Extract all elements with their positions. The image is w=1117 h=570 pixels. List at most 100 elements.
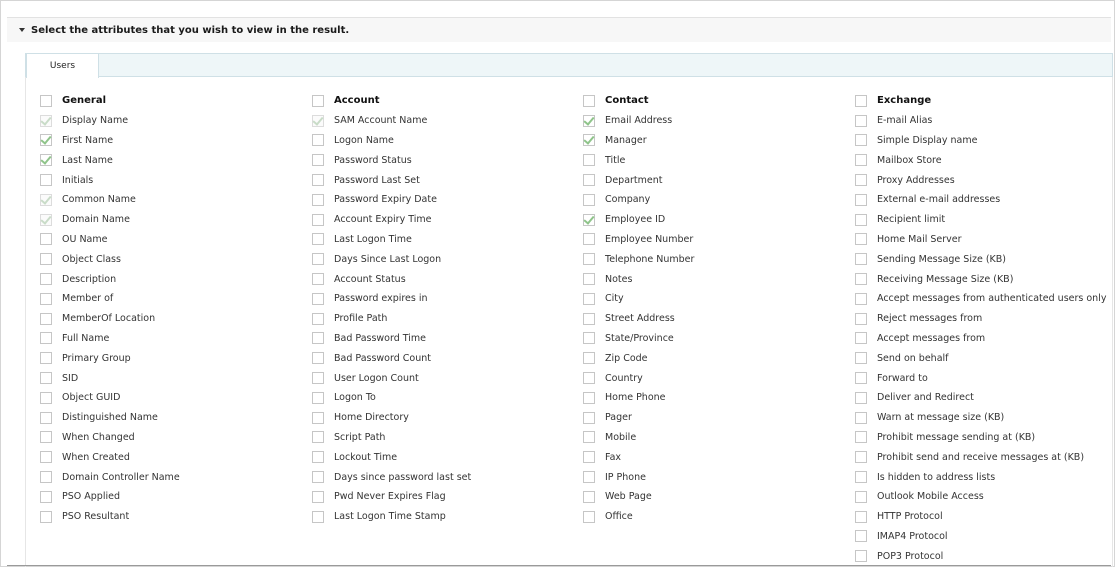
attribute-checkbox-send-on-behalf[interactable]: [855, 352, 867, 365]
attribute-option[interactable]: Manager: [583, 131, 694, 151]
attribute-option[interactable]: MemberOf Location: [40, 309, 180, 329]
attribute-option[interactable]: Web Page: [583, 487, 694, 507]
attribute-checkbox-outlook-mobile-access[interactable]: [855, 490, 867, 503]
attribute-option[interactable]: Primary Group: [40, 348, 180, 368]
attribute-option[interactable]: External e-mail addresses: [855, 190, 1106, 210]
attribute-checkbox-prohibit-message-sending-at-kb[interactable]: [855, 431, 867, 444]
attribute-checkbox-password-last-set[interactable]: [312, 174, 324, 187]
attribute-option[interactable]: Script Path: [312, 428, 471, 448]
attribute-option[interactable]: When Changed: [40, 428, 180, 448]
attribute-option[interactable]: When Created: [40, 447, 180, 467]
attribute-option[interactable]: Sending Message Size (KB): [855, 249, 1106, 269]
attribute-checkbox-imap4-protocol[interactable]: [855, 530, 867, 543]
attribute-option[interactable]: Mobile: [583, 428, 694, 448]
attribute-checkbox-home-phone[interactable]: [583, 391, 595, 404]
attribute-option[interactable]: Password Expiry Date: [312, 190, 471, 210]
attribute-checkbox-company[interactable]: [583, 193, 595, 206]
attribute-option[interactable]: Last Name: [40, 150, 180, 170]
attribute-option[interactable]: Proxy Addresses: [855, 170, 1106, 190]
attribute-option[interactable]: Last Logon Time: [312, 230, 471, 250]
attribute-option[interactable]: Lockout Time: [312, 447, 471, 467]
attribute-checkbox-home-mail-server[interactable]: [855, 233, 867, 246]
select-all-contact-checkbox[interactable]: [583, 94, 595, 107]
attribute-checkbox-office[interactable]: [583, 510, 595, 523]
attribute-checkbox-user-logon-count[interactable]: [312, 372, 324, 385]
section-header-toggle[interactable]: Select the attributes that you wish to v…: [7, 17, 1111, 42]
attribute-checkbox-recipient-limit[interactable]: [855, 213, 867, 226]
attribute-checkbox-employee-id[interactable]: [583, 213, 595, 226]
attribute-option[interactable]: Reject messages from: [855, 309, 1106, 329]
attribute-checkbox-street-address[interactable]: [583, 312, 595, 325]
attribute-option[interactable]: Bad Password Count: [312, 348, 471, 368]
attribute-option[interactable]: OU Name: [40, 230, 180, 250]
attribute-option[interactable]: Account Expiry Time: [312, 210, 471, 230]
attribute-option[interactable]: Domain Controller Name: [40, 467, 180, 487]
attribute-option[interactable]: Forward to: [855, 368, 1106, 388]
attribute-option[interactable]: Outlook Mobile Access: [855, 487, 1106, 507]
attribute-option[interactable]: Display Name: [40, 111, 180, 131]
attribute-checkbox-object-guid[interactable]: [40, 391, 52, 404]
attribute-option[interactable]: Logon Name: [312, 131, 471, 151]
attribute-checkbox-forward-to[interactable]: [855, 372, 867, 385]
attribute-checkbox-when-created[interactable]: [40, 451, 52, 464]
attribute-checkbox-prohibit-send-and-receive-messages-at-kb[interactable]: [855, 451, 867, 464]
attribute-option[interactable]: Logon To: [312, 388, 471, 408]
attribute-checkbox-accept-messages-from-authenticated-users-only[interactable]: [855, 292, 867, 305]
attribute-checkbox-bad-password-time[interactable]: [312, 332, 324, 345]
attribute-checkbox-city[interactable]: [583, 292, 595, 305]
select-all-exchange-checkbox[interactable]: [855, 94, 867, 107]
attribute-option[interactable]: Last Logon Time Stamp: [312, 507, 471, 527]
attribute-option[interactable]: Zip Code: [583, 348, 694, 368]
attribute-option[interactable]: Telephone Number: [583, 249, 694, 269]
attribute-option[interactable]: Employee Number: [583, 230, 694, 250]
attribute-checkbox-last-logon-time[interactable]: [312, 233, 324, 246]
attribute-option[interactable]: HTTP Protocol: [855, 507, 1106, 527]
attribute-option[interactable]: Accept messages from authenticated users…: [855, 289, 1106, 309]
attribute-checkbox-pop3-protocol[interactable]: [855, 550, 867, 563]
attribute-option[interactable]: Accept messages from: [855, 329, 1106, 349]
attribute-checkbox-pager[interactable]: [583, 411, 595, 424]
attribute-checkbox-sending-message-size-kb[interactable]: [855, 253, 867, 266]
attribute-checkbox-memberof-location[interactable]: [40, 312, 52, 325]
attribute-checkbox-days-since-password-last-set[interactable]: [312, 471, 324, 484]
attribute-option[interactable]: Password Last Set: [312, 170, 471, 190]
attribute-option[interactable]: Office: [583, 507, 694, 527]
attribute-checkbox-pso-applied[interactable]: [40, 490, 52, 503]
attribute-option[interactable]: Title: [583, 150, 694, 170]
attribute-option[interactable]: Days since password last set: [312, 467, 471, 487]
attribute-checkbox-is-hidden-to-address-lists[interactable]: [855, 471, 867, 484]
attribute-checkbox-domain-controller-name[interactable]: [40, 471, 52, 484]
attribute-option[interactable]: Password Status: [312, 150, 471, 170]
attribute-checkbox-web-page[interactable]: [583, 490, 595, 503]
attribute-option[interactable]: Country: [583, 368, 694, 388]
attribute-option[interactable]: Recipient limit: [855, 210, 1106, 230]
select-all-general-checkbox[interactable]: [40, 94, 52, 107]
attribute-option[interactable]: Company: [583, 190, 694, 210]
attribute-option[interactable]: Object GUID: [40, 388, 180, 408]
attribute-checkbox-department[interactable]: [583, 174, 595, 187]
tab-users[interactable]: Users: [26, 53, 99, 78]
attribute-option[interactable]: Initials: [40, 170, 180, 190]
attribute-checkbox-script-path[interactable]: [312, 431, 324, 444]
attribute-option[interactable]: Bad Password Time: [312, 329, 471, 349]
attribute-checkbox-last-logon-time-stamp[interactable]: [312, 510, 324, 523]
attribute-checkbox-first-name[interactable]: [40, 134, 52, 147]
attribute-checkbox-mobile[interactable]: [583, 431, 595, 444]
attribute-option[interactable]: Member of: [40, 289, 180, 309]
attribute-checkbox-receiving-message-size-kb[interactable]: [855, 273, 867, 286]
attribute-option[interactable]: State/Province: [583, 329, 694, 349]
attribute-checkbox-fax[interactable]: [583, 451, 595, 464]
attribute-option[interactable]: Employee ID: [583, 210, 694, 230]
attribute-checkbox-ip-phone[interactable]: [583, 471, 595, 484]
attribute-option[interactable]: PSO Applied: [40, 487, 180, 507]
attribute-checkbox-reject-messages-from[interactable]: [855, 312, 867, 325]
attribute-option[interactable]: Home Phone: [583, 388, 694, 408]
attribute-checkbox-pso-resultant[interactable]: [40, 510, 52, 523]
attribute-option[interactable]: Prohibit message sending at (KB): [855, 428, 1106, 448]
attribute-option[interactable]: Warn at message size (KB): [855, 408, 1106, 428]
attribute-option[interactable]: Street Address: [583, 309, 694, 329]
attribute-option[interactable]: IMAP4 Protocol: [855, 527, 1106, 547]
attribute-option[interactable]: Description: [40, 269, 180, 289]
attribute-checkbox-password-status[interactable]: [312, 154, 324, 167]
attribute-option[interactable]: First Name: [40, 131, 180, 151]
